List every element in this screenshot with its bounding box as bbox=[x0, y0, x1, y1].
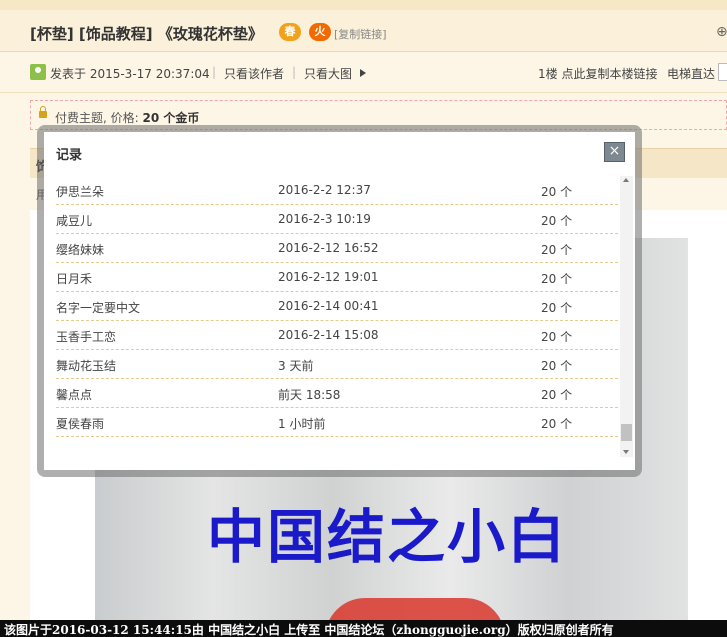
play-icon[interactable] bbox=[360, 69, 366, 77]
record-dialog: 记录 × 伊思兰朵 2016-2-2 12:37 20 个 咸豆儿 2016-2… bbox=[44, 132, 635, 470]
record-amount: 20 个 bbox=[541, 388, 573, 402]
record-name[interactable]: 馨点点 bbox=[56, 386, 92, 403]
record-row: 夏侯春雨 1 小时前 20 个 bbox=[56, 408, 618, 437]
meta-separator: | bbox=[212, 65, 217, 79]
record-time: 前天 18:58 bbox=[278, 388, 341, 402]
record-amount: 20 个 bbox=[541, 185, 573, 199]
post-meta-bar: 发表于 2015-3-17 20:37:04 | 只看该作者 | 只看大图 1楼… bbox=[0, 53, 727, 93]
record-name[interactable]: 缨络妹妹 bbox=[56, 241, 104, 258]
record-name[interactable]: 夏侯春雨 bbox=[56, 415, 104, 432]
record-time: 2016-2-12 19:01 bbox=[278, 270, 379, 284]
paid-label: 付费主题, 价格: bbox=[55, 111, 139, 125]
post-date: 发表于 2015-3-17 20:37:04 bbox=[50, 67, 210, 81]
scroll-thumb[interactable] bbox=[621, 424, 632, 441]
record-time: 1 小时前 bbox=[278, 417, 326, 431]
record-amount: 20 个 bbox=[541, 359, 573, 373]
thread-title: [杯垫] [饰品教程] 《玫瑰花杯垫》 bbox=[30, 25, 263, 43]
watermark-text: 该图片于2016-03-12 15:44:15由 中国结之小白 上传至 中国结论… bbox=[4, 623, 614, 637]
record-amount: 20 个 bbox=[541, 417, 573, 431]
record-name[interactable]: 舞动花玉结 bbox=[56, 357, 116, 374]
record-row: 咸豆儿 2016-2-3 10:19 20 个 bbox=[56, 205, 618, 234]
record-time: 2016-2-12 16:52 bbox=[278, 241, 379, 255]
record-time: 3 天前 bbox=[278, 359, 314, 373]
record-row: 玉香手工恋 2016-2-14 15:08 20 个 bbox=[56, 321, 618, 350]
floor-copy-link[interactable]: 1楼 点此复制本楼链接 bbox=[538, 65, 657, 82]
only-images-link[interactable]: 只看大图 bbox=[304, 65, 352, 82]
watermark-bar: 该图片于2016-03-12 15:44:15由 中国结之小白 上传至 中国结论… bbox=[0, 620, 727, 637]
record-time: 2016-2-3 10:19 bbox=[278, 212, 371, 226]
record-time: 2016-2-14 00:41 bbox=[278, 299, 379, 313]
print-icon[interactable]: ⊕ bbox=[716, 24, 727, 40]
paid-topic-text: 付费主题, 价格: 20 个金币 bbox=[55, 109, 199, 126]
close-button[interactable]: × bbox=[604, 142, 625, 162]
record-row: 馨点点 前天 18:58 20 个 bbox=[56, 379, 618, 408]
record-row: 日月禾 2016-2-12 19:01 20 个 bbox=[56, 263, 618, 292]
elevator-label: 电梯直达 bbox=[667, 67, 716, 81]
scroll-down-arrow-icon[interactable] bbox=[623, 450, 629, 454]
record-amount: 20 个 bbox=[541, 243, 573, 257]
record-amount: 20 个 bbox=[541, 330, 573, 344]
record-row: 缨络妹妹 2016-2-12 16:52 20 个 bbox=[56, 234, 618, 263]
record-amount: 20 个 bbox=[541, 272, 573, 286]
top-strip bbox=[0, 0, 727, 10]
record-name[interactable]: 玉香手工恋 bbox=[56, 328, 116, 345]
record-time: 2016-2-2 12:37 bbox=[278, 183, 371, 197]
spring-badge-icon: 春 bbox=[279, 23, 301, 41]
scroll-up-arrow-icon[interactable] bbox=[623, 178, 629, 182]
copy-link[interactable]: [复制链接] bbox=[334, 26, 387, 42]
paid-price: 20 个金币 bbox=[142, 111, 200, 125]
record-name[interactable]: 名字一定要中文 bbox=[56, 299, 140, 316]
record-row: 舞动花玉结 3 天前 20 个 bbox=[56, 350, 618, 379]
thread-title-bar: [杯垫] [饰品教程] 《玫瑰花杯垫》 春 火 [复制链接] ⊕ bbox=[0, 10, 727, 52]
record-amount: 20 个 bbox=[541, 301, 573, 315]
record-name[interactable]: 伊思兰朵 bbox=[56, 183, 104, 200]
hot-badge-icon: 火 bbox=[309, 23, 331, 41]
lock-icon bbox=[39, 106, 47, 118]
record-list: 伊思兰朵 2016-2-2 12:37 20 个 咸豆儿 2016-2-3 10… bbox=[56, 176, 618, 457]
only-author-link[interactable]: 只看该作者 bbox=[224, 65, 284, 82]
record-name[interactable]: 咸豆儿 bbox=[56, 212, 92, 229]
red-knot-shape bbox=[325, 598, 505, 621]
image-caption: 中国结之小白 bbox=[207, 503, 568, 571]
record-name[interactable]: 日月禾 bbox=[56, 270, 92, 287]
record-row: 伊思兰朵 2016-2-2 12:37 20 个 bbox=[56, 176, 618, 205]
record-row: 名字一定要中文 2016-2-14 00:41 20 个 bbox=[56, 292, 618, 321]
user-icon bbox=[30, 64, 46, 80]
record-amount: 20 个 bbox=[541, 214, 573, 228]
dialog-title: 记录 bbox=[56, 148, 83, 163]
elevator-input[interactable] bbox=[718, 63, 727, 81]
record-list-scrollbar[interactable] bbox=[620, 176, 633, 457]
meta-separator: | bbox=[292, 65, 297, 79]
record-time: 2016-2-14 15:08 bbox=[278, 328, 379, 342]
